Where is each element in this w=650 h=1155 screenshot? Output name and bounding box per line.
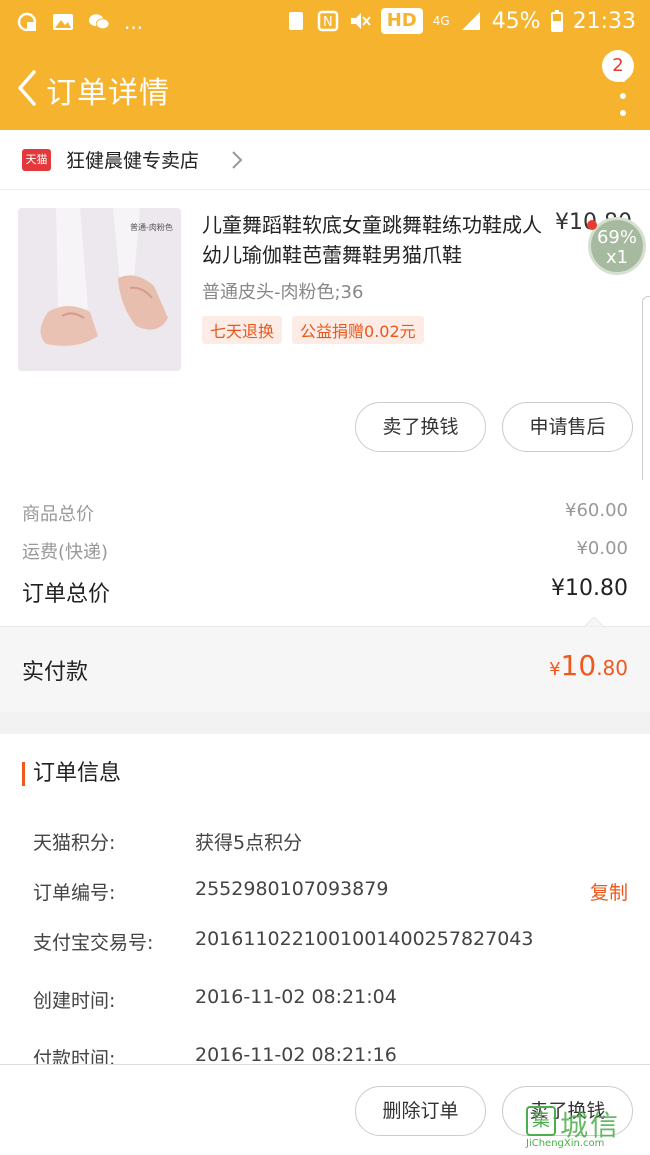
shipping-row: 运费(快递) ¥0.00 [22,538,628,564]
shipping-label: 运费(快递) [22,542,109,563]
more-dot-icon [620,93,626,99]
paid-currency: ¥ [549,659,561,680]
app-header: 订单详情 2 [0,46,650,130]
order-info-heading: 订单信息 [22,762,121,786]
copy-button[interactable]: 复制 [590,878,628,905]
store-row[interactable]: 天猫 狂健晨健专卖店 [0,130,650,190]
service-tags: 七天退换 公益捐赠0.02元 [202,316,424,344]
svg-text:N: N [323,15,333,30]
product-spec: 普通皮头-肉粉色;36 [202,282,364,303]
gallery-icon [53,14,73,30]
paid-time-value: 2016-11-02 08:21:16 [195,1044,397,1066]
tag-charity: 公益捐赠0.02元 [292,316,424,344]
product-title[interactable]: 儿童舞蹈鞋软底女童跳舞鞋练功鞋成人幼儿瑜伽鞋芭蕾舞鞋男猫爪鞋 [202,210,542,270]
watermark-url: JiChengXin.com [526,1138,605,1149]
order-total-value: ¥10.80 [551,576,628,601]
product-section: 普通-肉粉色 儿童舞蹈鞋软底女童跳舞鞋练功鞋成人幼儿瑜伽鞋芭蕾舞鞋男猫爪鞋 ¥1… [0,190,650,480]
resell-button[interactable]: 卖了换钱 [355,402,486,452]
created-value: 2016-11-02 08:21:04 [195,986,397,1008]
chevron-right-icon [232,151,243,169]
widget-quantity: x1 [605,247,629,268]
status-bar-system: N HD 4G 45% 21:33 [285,8,636,34]
subtotal-label: 商品总价 [22,504,94,525]
status-bar: ... N HD 4G 45% 21:33 [0,0,650,46]
subtotal-value: ¥60.00 [565,500,628,521]
floating-widget[interactable]: 69% x1 [587,217,646,275]
thumbnail-caption: 普通-肉粉色 [130,223,173,232]
sync-icon [17,12,37,32]
shipping-value: ¥0.00 [576,538,628,559]
pointer-caret-icon [584,617,604,627]
order-total-row: 订单总价 ¥10.80 [22,576,628,608]
store-name: 狂健晨健专卖店 [66,150,200,172]
paid-label: 实付款 [22,660,89,685]
more-dot-icon [620,110,626,116]
battery-percent: 45% [491,8,541,34]
delete-order-button[interactable]: 删除订单 [355,1086,486,1136]
more-dot-icon [620,76,626,82]
widget-percent: 69% [596,227,637,248]
clock: 21:33 [572,8,636,34]
product-thumbnail[interactable]: 普通-肉粉色 [18,208,181,371]
hd-badge: HD [380,8,423,34]
network-type: 4G [432,14,450,28]
paid-decimal: .80 [596,656,628,680]
mute-icon [350,13,371,29]
more-menu-button[interactable] [618,76,628,116]
wechat-icon [88,14,110,30]
alipay-value: 2016110221001001400257827043 [195,928,534,950]
notification-dot [587,220,597,230]
after-sales-button[interactable]: 申请售后 [502,402,633,452]
back-arrow-icon[interactable] [10,64,44,112]
watermark-logo: 集 [526,1106,556,1136]
paid-amount: ¥10.80 [549,649,628,682]
tmall-logo: 天猫 [22,149,51,171]
paid-amount-row: 实付款 ¥10.80 [0,617,650,712]
points-value: 获得5点积分 [195,832,303,854]
recycle-icon [288,12,303,30]
order-total-label: 订单总价 [22,582,111,607]
tag-return: 七天退换 [202,316,283,344]
price-summary: 商品总价 ¥60.00 运费(快递) ¥0.00 订单总价 ¥10.80 [0,480,650,626]
order-number-label: 订单编号: [33,882,116,904]
more-notifications: ... [124,10,144,34]
paid-integer: 10 [560,649,597,682]
alipay-label: 支付宝交易号: [33,932,154,954]
signal-icon [461,12,480,30]
side-handle[interactable] [642,296,650,486]
status-bar-notifications: ... [16,10,143,34]
nfc-icon: N [317,10,338,32]
subtotal-row: 商品总价 ¥60.00 [22,500,628,526]
page-title: 订单详情 [46,76,170,111]
site-watermark: 集 城信 JiChengXin.com [526,1104,644,1150]
created-label: 创建时间: [33,990,116,1012]
battery-icon [550,10,563,32]
order-info-section: 订单信息 天猫积分: 获得5点积分 订单编号: 2552980107093879… [0,734,650,1070]
order-number-value: 2552980107093879 [195,878,389,900]
points-label: 天猫积分: [33,832,116,854]
